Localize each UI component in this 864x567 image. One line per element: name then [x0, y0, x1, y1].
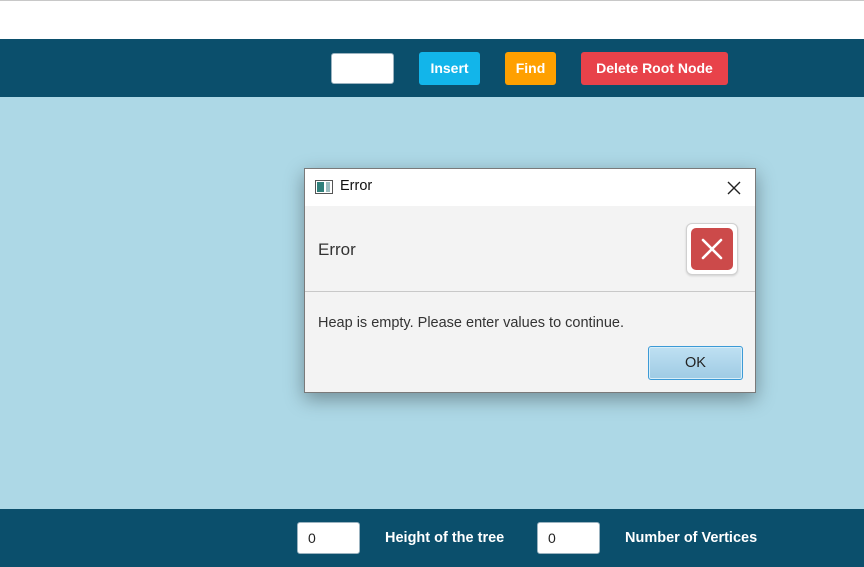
dialog-message: Heap is empty. Please enter values to co… [318, 315, 625, 331]
vertices-count-field[interactable]: 0 [537, 522, 600, 554]
insert-button[interactable]: Insert [419, 52, 480, 85]
toolbar: Insert Find Delete Root Node [0, 39, 864, 97]
dialog-titlebar[interactable]: Error [305, 169, 755, 206]
window-app-icon [315, 180, 333, 194]
window-top-strip [0, 0, 864, 39]
close-icon[interactable] [721, 175, 747, 201]
delete-root-node-button[interactable]: Delete Root Node [581, 52, 728, 85]
ok-button[interactable]: OK [648, 346, 743, 380]
status-bar: 0 Height of the tree 0 Number of Vertice… [0, 509, 864, 567]
tree-height-field[interactable]: 0 [297, 522, 360, 554]
vertices-count-label: Number of Vertices [625, 530, 758, 546]
tree-height-label: Height of the tree [385, 530, 505, 546]
dialog-header-text: Error [318, 240, 356, 259]
error-x-icon [686, 223, 738, 275]
dialog-title: Error [340, 178, 373, 194]
error-dialog: Error Error Heap is empty. Please enter … [304, 168, 756, 393]
value-input[interactable] [331, 53, 394, 84]
dialog-header: Error [305, 206, 755, 292]
find-button[interactable]: Find [505, 52, 556, 85]
